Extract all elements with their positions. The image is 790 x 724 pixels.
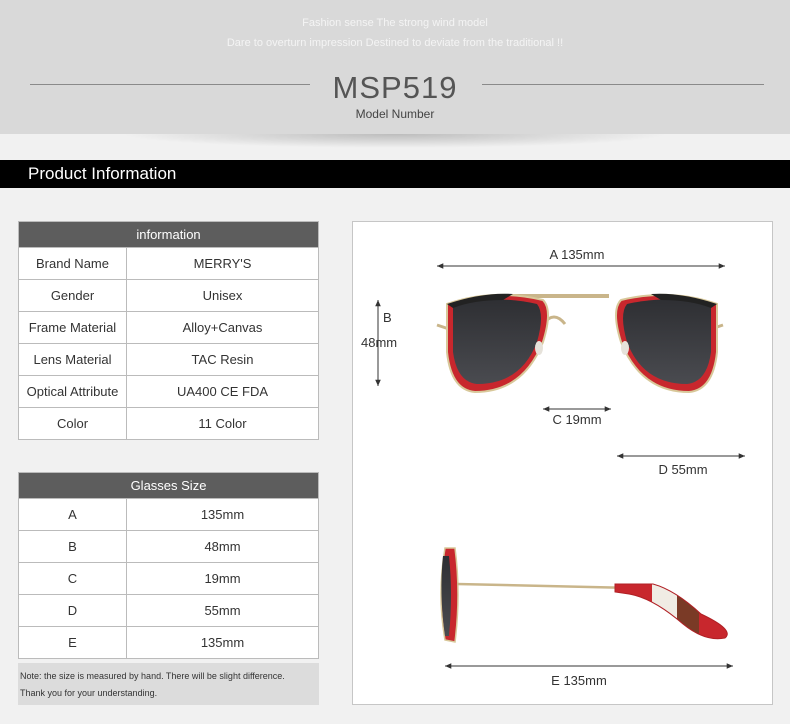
row-value: TAC Resin	[126, 343, 319, 376]
dim-b-letter: B	[383, 310, 392, 325]
dim-b-value: 48mm	[361, 335, 397, 350]
row-label: Brand Name	[18, 247, 127, 280]
model-number: MSP519	[332, 70, 458, 105]
glasses-front-view	[436, 293, 724, 394]
row-value: 11 Color	[126, 407, 319, 440]
row-label: Lens Material	[18, 343, 127, 376]
section-bar: Product Information	[0, 160, 790, 188]
row-value: Unisex	[126, 279, 319, 312]
row-label: A	[18, 498, 127, 531]
table-row: Color 11 Color	[18, 407, 319, 440]
table-row: Lens Material TAC Resin	[18, 343, 319, 376]
size-table-title: Glasses Size	[18, 472, 319, 499]
row-label: B	[18, 530, 127, 563]
table-row: B 48mm	[18, 530, 319, 563]
row-label: D	[18, 594, 127, 627]
row-label: E	[18, 626, 127, 659]
table-row: C 19mm	[18, 562, 319, 595]
row-value: 55mm	[126, 594, 319, 627]
row-label: Optical Attribute	[18, 375, 127, 408]
table-row: Frame Material Alloy+Canvas	[18, 311, 319, 344]
diagram-canvas: A 135mm B 48mm C 19mm D 55mm E 135mm	[361, 247, 745, 688]
info-table: information Brand Name MERRY'S Gender Unis…	[18, 221, 319, 440]
row-value: Alloy+Canvas	[126, 311, 319, 344]
banner-shadow	[120, 134, 670, 148]
dim-d-label: D 55mm	[658, 462, 707, 477]
tagline-1: Fashion sense The strong wind model	[302, 17, 488, 29]
table-row: E 135mm	[18, 626, 319, 659]
note-line-2: Thank you for your understanding.	[20, 688, 158, 698]
table-row: Brand Name MERRY'S	[18, 247, 319, 280]
dim-a-label: A 135mm	[550, 247, 605, 262]
table-row: Optical Attribute UA400 CE FDA	[18, 375, 319, 408]
section-title: Product Information	[28, 164, 177, 183]
row-value: UA400 CE FDA	[126, 375, 319, 408]
note-line-1: Note: the size is measured by hand. Ther…	[20, 671, 285, 681]
row-value: 48mm	[126, 530, 319, 563]
tagline-2: Dare to overturn impression Destined to …	[226, 37, 564, 49]
dim-c-label: C 19mm	[552, 412, 601, 427]
dim-e-label: E 135mm	[551, 673, 607, 688]
table-row: Gender Unisex	[18, 279, 319, 312]
measurement-note: Note: the size is measured by hand. Ther…	[18, 663, 319, 705]
row-value: 135mm	[126, 498, 319, 531]
row-value: 135mm	[126, 626, 319, 659]
info-table-title: information	[18, 221, 319, 248]
table-row: A 135mm	[18, 498, 319, 531]
hero-banner: Fashion sense The strong wind model Dare…	[0, 0, 790, 134]
size-table: Glasses Size A 135mm B 48mm C 19mm D 55mm E1…	[18, 472, 319, 659]
row-label: Color	[18, 407, 127, 440]
glasses-side-view	[440, 547, 728, 643]
table-row: D 55mm	[18, 594, 319, 627]
row-value: MERRY'S	[126, 247, 319, 280]
row-label: C	[18, 562, 127, 595]
size-diagram: A 135mm B 48mm C 19mm D 55mm E 135mm	[352, 221, 773, 705]
model-caption: Model Number	[355, 107, 435, 121]
row-value: 19mm	[126, 562, 319, 595]
row-label: Gender	[18, 279, 127, 312]
row-label: Frame Material	[18, 311, 127, 344]
